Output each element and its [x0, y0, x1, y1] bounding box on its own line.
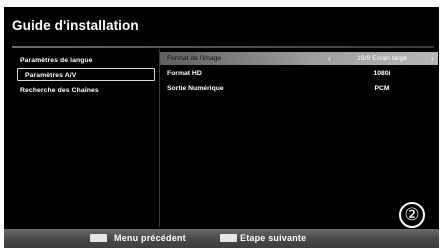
setting-label: Sortie Numérique [167, 85, 224, 92]
right-arrow-icon[interactable]: › [431, 54, 434, 63]
left-arrow-icon[interactable]: ‹ [328, 54, 331, 63]
setting-label: Format HD [167, 70, 202, 77]
menu-item-channel-search[interactable]: Recherche des Chaînes [20, 87, 99, 94]
setting-label: Format de l'image [167, 55, 222, 62]
footer-prev-label: Menu précédent [114, 232, 186, 243]
menu-item-language[interactable]: Paramètres de langue [20, 57, 93, 64]
setting-value: 1080i [373, 70, 391, 77]
title-divider [12, 46, 434, 48]
menu-item-label: Paramètres A/V [25, 72, 77, 79]
setting-row-digital-output[interactable]: Sortie Numérique PCM [160, 82, 438, 95]
setting-value: 16/9 Ecran large [357, 55, 407, 62]
step-number-badge: ② [399, 202, 425, 228]
setting-row-image-format[interactable]: Format de l'image ‹ 16/9 Ecran large › [160, 52, 438, 65]
tv-screen: Guide d'installation Paramètres de langu… [4, 7, 439, 248]
page-title: Guide d'installation [12, 18, 139, 33]
remote-key-icon [90, 234, 107, 242]
footer-next-label: Etape suivante [240, 232, 307, 243]
setting-value: PCM [374, 85, 390, 92]
menu-item-av-settings[interactable]: Paramètres A/V [17, 68, 155, 81]
setting-row-hd-format[interactable]: Format HD 1080i [160, 67, 438, 80]
remote-key-icon [220, 234, 237, 242]
footer-bar: Menu précédent Etape suivante [4, 229, 439, 248]
